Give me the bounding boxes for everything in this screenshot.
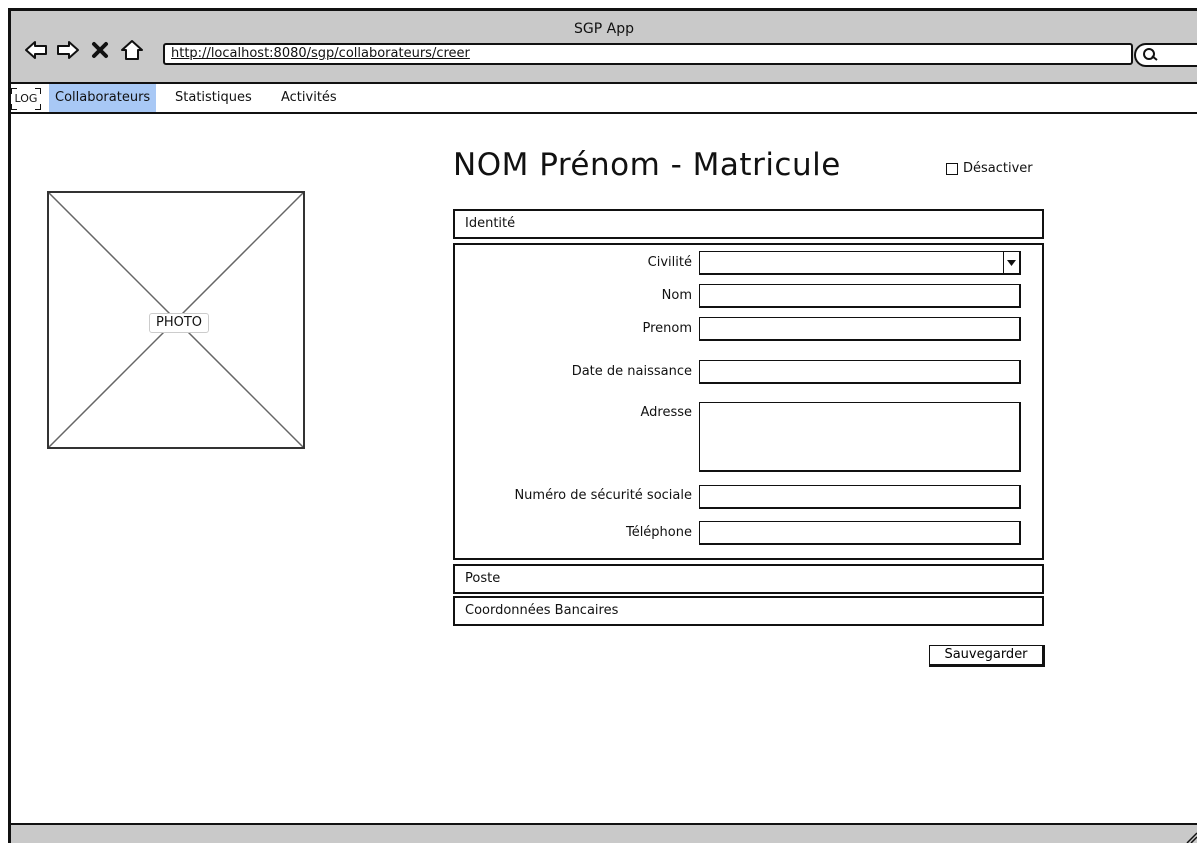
- resize-grip-icon[interactable]: [1183, 829, 1197, 843]
- browser-titlebar: SGP App http://localhost:8080/sgp/collab…: [11, 11, 1197, 84]
- forward-arrow-icon[interactable]: [55, 37, 81, 63]
- browser-search[interactable]: [1134, 43, 1197, 67]
- dropdown-button[interactable]: [1003, 252, 1019, 273]
- photo-placeholder: PHOTO: [47, 191, 305, 449]
- home-icon[interactable]: [119, 37, 145, 63]
- chevron-down-icon: [1007, 260, 1016, 266]
- deactivate-label: Désactiver: [963, 161, 1033, 176]
- secu-input[interactable]: [699, 485, 1021, 509]
- save-button[interactable]: Sauvegarder: [929, 645, 1045, 667]
- civilite-label: Civilité: [647, 255, 692, 270]
- section-poste[interactable]: Poste: [453, 564, 1044, 594]
- search-icon: [1143, 48, 1158, 61]
- menu-item-activites[interactable]: Activités: [275, 84, 343, 112]
- menu-item-collaborateurs[interactable]: Collaborateurs: [49, 84, 157, 112]
- section-bank[interactable]: Coordonnées Bancaires: [453, 596, 1044, 626]
- window-title: SGP App: [574, 21, 634, 37]
- back-arrow-icon[interactable]: [23, 37, 49, 63]
- adresse-label: Adresse: [640, 405, 692, 420]
- naissance-input[interactable]: [699, 360, 1021, 384]
- checkbox-icon[interactable]: [946, 162, 958, 175]
- nom-input[interactable]: [699, 284, 1021, 308]
- adresse-textarea[interactable]: [699, 402, 1021, 472]
- telephone-label: Téléphone: [625, 525, 692, 540]
- status-bar: [11, 823, 1197, 843]
- nav-icons: [23, 37, 145, 63]
- prenom-input[interactable]: [699, 317, 1021, 341]
- identity-panel: Civilité Nom Prenom Date de naissance Ad…: [453, 243, 1044, 560]
- civilite-select[interactable]: [699, 251, 1021, 275]
- top-menubar: LOG Collaborateurs Statistiques Activité…: [11, 84, 1197, 114]
- logo-text: LOG: [14, 92, 38, 105]
- prenom-label: Prenom: [642, 321, 692, 336]
- browser-window: SGP App http://localhost:8080/sgp/collab…: [8, 8, 1197, 843]
- logo: LOG: [11, 88, 41, 110]
- secu-label: Numéro de sécurité sociale: [514, 488, 692, 503]
- section-identity[interactable]: Identité: [453, 209, 1044, 239]
- page-title: NOM Prénom - Matricule: [453, 147, 841, 183]
- close-x-icon[interactable]: [87, 37, 113, 63]
- photo-label: PHOTO: [149, 313, 209, 333]
- nom-label: Nom: [661, 288, 692, 303]
- telephone-input[interactable]: [699, 521, 1021, 545]
- deactivate-checkbox[interactable]: Désactiver: [946, 161, 1033, 176]
- url-bar[interactable]: http://localhost:8080/sgp/collaborateurs…: [163, 43, 1133, 65]
- naissance-label: Date de naissance: [571, 364, 692, 379]
- menu-item-statistiques[interactable]: Statistiques: [169, 84, 258, 112]
